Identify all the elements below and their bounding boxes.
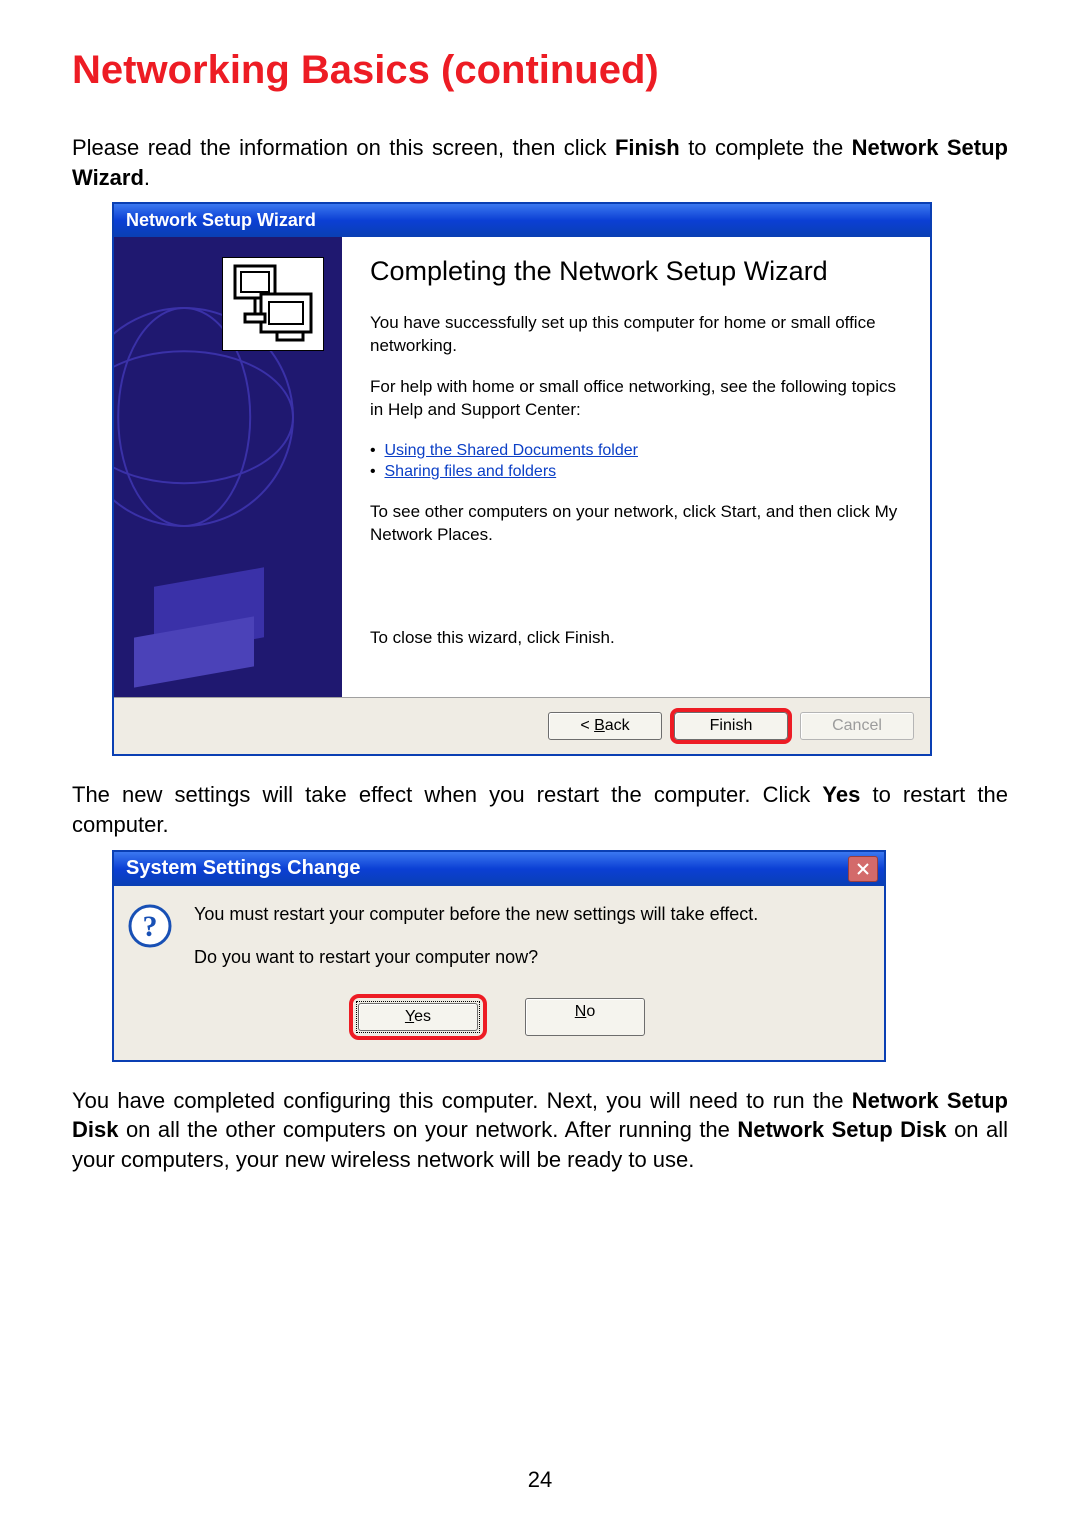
wizard-para-1: You have successfully set up this comput… bbox=[370, 312, 910, 358]
after-wizard-paragraph: The new settings will take effect when y… bbox=[72, 780, 1008, 839]
msgbox-titlebar: System Settings Change bbox=[114, 852, 884, 886]
wizard-para-4: To close this wizard, click Finish. bbox=[370, 627, 910, 650]
help-link-sharing-files[interactable]: Sharing files and folders bbox=[385, 463, 557, 480]
back-button[interactable]: < Back bbox=[548, 712, 662, 740]
back-button-prefix: < bbox=[580, 717, 594, 734]
svg-text:?: ? bbox=[143, 910, 158, 943]
page-number: 24 bbox=[0, 1467, 1080, 1493]
close-button[interactable] bbox=[848, 856, 878, 882]
wizard-content: Completing the Network Setup Wizard You … bbox=[342, 237, 930, 697]
computers-icon bbox=[222, 257, 324, 351]
network-setup-wizard-window: Network Setup Wizard bbox=[112, 202, 932, 756]
closing-bold-2: Network Setup Disk bbox=[737, 1117, 946, 1142]
closing-1: You have completed configuring this comp… bbox=[72, 1088, 852, 1113]
wizard-footer: < Back Finish Cancel bbox=[114, 698, 930, 754]
intro-text-2: to complete the bbox=[688, 135, 851, 160]
system-settings-change-dialog: System Settings Change ? You must restar… bbox=[112, 850, 886, 1062]
question-icon: ? bbox=[128, 904, 172, 948]
bullet-icon: • bbox=[370, 442, 385, 459]
intro-finish-bold: Finish bbox=[615, 135, 680, 160]
close-icon bbox=[856, 862, 870, 876]
intro-text: Please read the information on this scre… bbox=[72, 135, 615, 160]
section-title: Networking Basics (continued) bbox=[72, 48, 1008, 93]
cancel-button: Cancel bbox=[800, 712, 914, 740]
msgbox-buttons: Yes No bbox=[114, 998, 884, 1060]
msgbox-text: You must restart your computer before th… bbox=[194, 904, 758, 990]
after-wizard-1: The new settings will take effect when y… bbox=[72, 782, 822, 807]
no-rest: o bbox=[586, 1003, 595, 1020]
msgbox-line-1: You must restart your computer before th… bbox=[194, 904, 758, 925]
wizard-titlebar: Network Setup Wizard bbox=[114, 204, 930, 237]
help-link-list: • Using the Shared Documents folder • Sh… bbox=[370, 440, 910, 483]
printer-illustration-icon bbox=[134, 537, 294, 677]
bullet-icon: • bbox=[370, 463, 385, 480]
msgbox-line-2: Do you want to restart your computer now… bbox=[194, 947, 758, 968]
intro-period: . bbox=[144, 165, 150, 190]
msgbox-title-text: System Settings Change bbox=[126, 857, 361, 880]
wizard-body: Completing the Network Setup Wizard You … bbox=[114, 237, 930, 698]
back-button-suffix: ack bbox=[605, 717, 630, 734]
yes-button[interactable]: Yes bbox=[358, 1003, 478, 1031]
closing-2: on all the other computers on your netwo… bbox=[126, 1117, 737, 1142]
no-button[interactable]: No bbox=[525, 998, 645, 1036]
intro-paragraph: Please read the information on this scre… bbox=[72, 133, 1008, 192]
finish-button[interactable]: Finish bbox=[674, 712, 788, 740]
closing-paragraph: You have completed configuring this comp… bbox=[72, 1086, 1008, 1175]
back-button-u: B bbox=[594, 717, 605, 734]
wizard-side-graphic bbox=[114, 237, 342, 697]
wizard-para-3: To see other computers on your network, … bbox=[370, 501, 910, 547]
yes-button-highlight: Yes bbox=[353, 998, 483, 1036]
after-wizard-bold: Yes bbox=[822, 782, 860, 807]
help-link-shared-documents[interactable]: Using the Shared Documents folder bbox=[385, 442, 638, 459]
wizard-para-2: For help with home or small office netwo… bbox=[370, 376, 910, 422]
yes-rest: es bbox=[414, 1008, 431, 1025]
msgbox-body: ? You must restart your computer before … bbox=[114, 886, 884, 998]
no-u: N bbox=[575, 1003, 587, 1020]
yes-u: Y bbox=[405, 1008, 414, 1025]
wizard-heading: Completing the Network Setup Wizard bbox=[370, 253, 910, 289]
